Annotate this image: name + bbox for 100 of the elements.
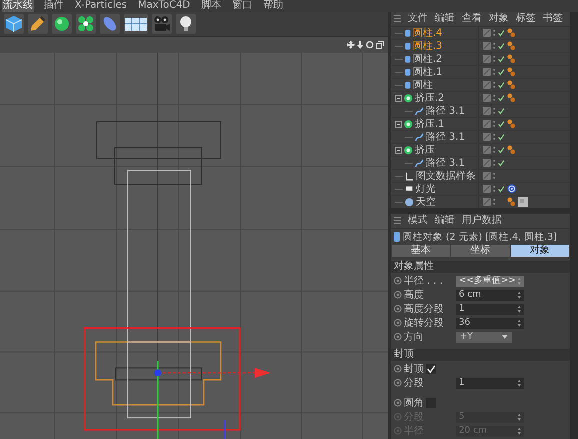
object-name[interactable]: 挤压.2 [415,92,445,104]
spinner-icon[interactable] [518,306,521,312]
tab[interactable]: 坐标 [451,245,510,257]
visibility-dots-icon [493,159,496,167]
sphere-icon[interactable] [52,14,72,34]
visibility-dots-icon [493,29,496,37]
check-icon[interactable] [498,68,505,76]
dropdown[interactable]: +Y [456,332,512,342]
pen-icon[interactable] [28,14,48,34]
property-label: 高度 [404,288,425,302]
object-name[interactable]: 圆柱.2 [413,54,443,64]
check-icon[interactable] [498,186,505,192]
menu-item[interactable]: MaxToC4D [137,0,192,12]
tab[interactable]: 基本 [392,245,450,257]
visibility-dots-icon [493,94,496,102]
cylinder-icon [394,232,400,242]
menu-item[interactable]: 脚本 [200,0,222,12]
spline-icon [415,106,424,116]
panel-menu-item[interactable]: 对象 [489,13,509,25]
object-name[interactable]: 图文数据样条 [416,170,476,182]
check-icon[interactable] [498,42,505,50]
checkbox[interactable] [426,364,436,374]
number-field[interactable]: 36 [456,318,524,328]
spline-icon [415,132,424,142]
panel-menu-item[interactable]: 编辑 [435,13,455,25]
light-icon [405,186,414,192]
object-name[interactable]: 挤压 [415,144,435,156]
panel-menu-item[interactable]: 查看 [462,13,482,25]
material-tag-icon[interactable] [507,67,516,77]
layer-icon [483,172,491,180]
check-icon[interactable] [498,160,505,166]
spinner-icon[interactable] [518,380,521,386]
spinner-icon[interactable] [518,292,521,298]
menu-item[interactable]: 插件 [43,0,65,12]
material-tag-icon[interactable] [507,41,516,51]
cube-icon[interactable] [4,14,24,34]
menu-item[interactable]: 帮助 [262,0,284,12]
panel-menu-item[interactable]: 模式 [408,215,428,227]
panel-menu-item[interactable]: 文件 [408,13,428,25]
panel-menu-item[interactable]: 标签 [516,13,536,25]
object-name[interactable]: 路径 3.1 [426,158,466,168]
number-field[interactable]: 1 [456,304,524,314]
check-icon[interactable] [498,120,505,128]
tab[interactable]: 对象 [510,245,569,257]
layer-icon [483,107,491,115]
maximize-icon[interactable] [376,41,384,49]
number-field[interactable]: 6 cm [456,290,524,300]
number-field[interactable]: <<多重值>> [456,276,524,286]
visibility-dots-icon [493,68,496,76]
cloner-icon[interactable] [76,14,96,34]
object-name[interactable]: 灯光 [416,184,436,194]
target-tag-icon[interactable] [507,184,517,194]
material-tag-icon[interactable] [507,28,516,38]
object-name[interactable]: 圆柱.1 [413,66,443,78]
caret-icon [502,335,508,339]
menu-item[interactable]: X-Particles [74,0,128,12]
camera-icon[interactable] [152,14,172,34]
layer-icon [483,94,491,102]
check-icon[interactable] [498,146,505,154]
object-name[interactable]: 挤压.1 [415,118,445,130]
property-label: 分段 [404,377,425,390]
material-tag-icon[interactable] [507,54,516,64]
panel-menu-item[interactable]: 用户数据 [462,215,502,227]
visibility-dots-icon [493,198,496,206]
check-icon[interactable] [498,134,505,140]
arrow-down-icon[interactable] [357,41,364,49]
check-icon[interactable] [498,94,505,102]
object-name[interactable]: 路径 3.1 [426,132,466,142]
expand-toggle[interactable] [395,120,402,128]
light-bulb-icon[interactable] [176,14,196,34]
property-label: 圆角 [404,397,424,410]
panel-menu-item[interactable]: 书签 [543,13,563,25]
check-icon[interactable] [498,30,505,36]
visibility-dots-icon [493,120,496,128]
object-name[interactable]: 圆柱 [413,80,433,90]
expand-toggle[interactable] [395,146,402,154]
check-icon[interactable] [498,108,505,114]
object-name[interactable]: 圆柱.4 [413,28,443,38]
grid-icon[interactable] [124,14,148,34]
sky-icon [405,198,414,206]
move-icon[interactable] [347,41,355,49]
object-name[interactable]: 圆柱.3 [413,40,443,52]
expand-toggle[interactable] [395,94,402,102]
visibility-dots-icon [493,55,496,63]
property-label: 方向 [404,330,425,344]
material-tag-icon[interactable] [507,119,516,129]
object-name[interactable]: 天空 [416,196,436,208]
rotate-icon[interactable] [366,41,374,49]
material-tag-icon[interactable] [507,145,516,155]
material-tag-icon[interactable] [507,80,516,90]
number-field[interactable]: 1 [456,378,524,388]
extrude-icon [404,120,413,128]
material-tag-icon[interactable] [507,197,516,207]
panel-menu-item[interactable]: 编辑 [435,215,455,227]
layer-icon [483,185,491,193]
check-icon[interactable] [498,82,505,88]
object-name[interactable]: 路径 3.1 [426,106,466,116]
spinner-icon[interactable] [518,320,521,326]
check-icon[interactable] [498,56,505,62]
material-tag-icon[interactable] [507,93,516,103]
